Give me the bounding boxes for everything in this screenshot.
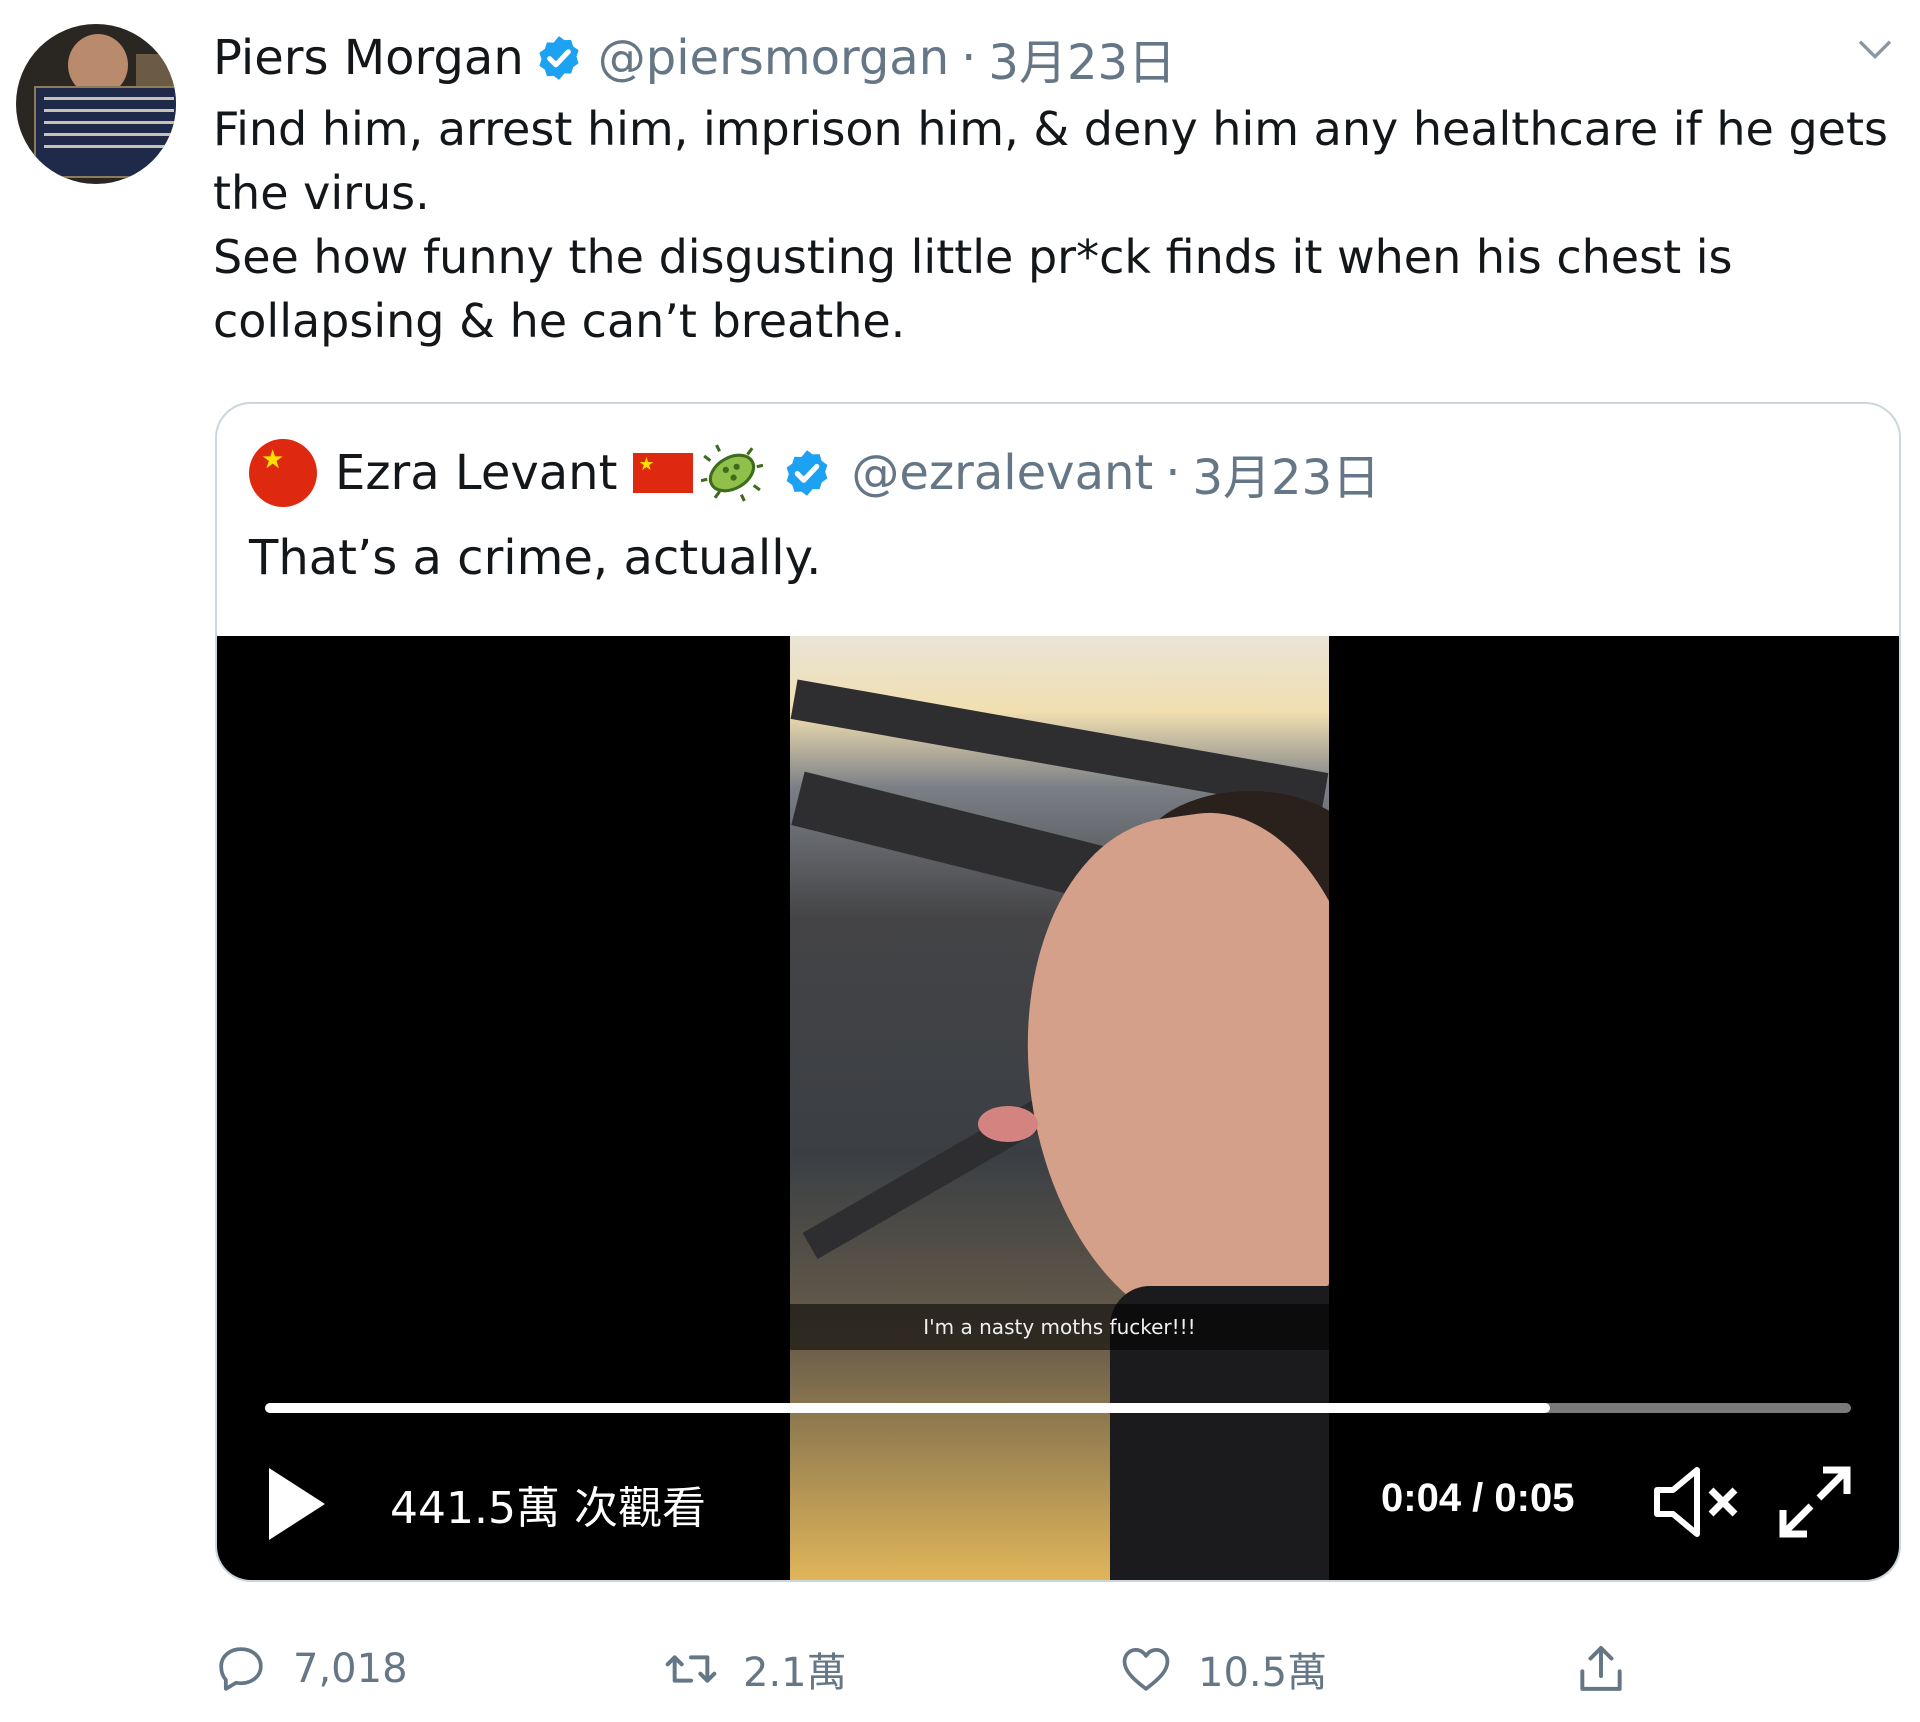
tweet-actions: 7,018 2.1萬 10.5萬 xyxy=(213,1634,1893,1704)
retweet-icon xyxy=(665,1655,717,1683)
share-button[interactable] xyxy=(1573,1634,1653,1704)
like-button[interactable]: 10.5萬 xyxy=(1118,1634,1327,1704)
quoted-header-separator: · xyxy=(1165,445,1181,501)
mute-icon[interactable] xyxy=(1649,1462,1739,1542)
tweet-text: Find him, arrest him, imprison him, & de… xyxy=(213,102,1888,348)
video-time: 0:04 / 0:05 xyxy=(1381,1476,1575,1520)
chevron-down-icon[interactable] xyxy=(1855,30,1895,70)
play-icon[interactable] xyxy=(265,1464,329,1544)
author-avatar[interactable] xyxy=(16,24,176,184)
tweet-header: Piers Morgan @piersmorgan · 3月23日 xyxy=(213,23,1176,93)
video-progress-bar[interactable] xyxy=(265,1403,1851,1413)
retweet-button[interactable]: 2.1萬 xyxy=(663,1634,847,1704)
header-separator: · xyxy=(961,30,977,86)
tweet-date[interactable]: 3月23日 xyxy=(988,23,1176,93)
share-icon xyxy=(1580,1646,1622,1691)
like-count: 10.5萬 xyxy=(1198,1650,1328,1696)
microbe-icon xyxy=(701,444,764,502)
video-caption: I'm a nasty moths fucker!!! xyxy=(790,1304,1329,1350)
heart-icon xyxy=(1122,1648,1170,1691)
video-view-count: 441.5萬 次觀看 xyxy=(390,1483,706,1534)
quoted-tweet-header: Ezra Levant @ezralevant · 3月23日 xyxy=(249,438,1380,508)
quoted-author-avatar[interactable] xyxy=(249,439,317,507)
reply-button[interactable]: 7,018 xyxy=(213,1634,408,1704)
verified-badge-icon xyxy=(539,36,579,80)
quoted-author-handle[interactable]: @ezralevant xyxy=(851,445,1153,501)
video-player[interactable]: I'm a nasty moths fucker!!! 441.5萬 次觀看 0… xyxy=(217,636,1899,1580)
fullscreen-icon[interactable] xyxy=(1775,1462,1855,1542)
flag-china-icon xyxy=(633,453,694,493)
reply-icon xyxy=(219,1647,263,1691)
quoted-tweet-text: That’s a crime, actually. xyxy=(249,530,822,586)
retweet-count: 2.1萬 xyxy=(743,1650,847,1696)
avatar-sign xyxy=(34,86,176,178)
quoted-tweet-date[interactable]: 3月23日 xyxy=(1193,438,1381,508)
tweet: Piers Morgan @piersmorgan · 3月23日 Find h… xyxy=(0,0,1920,1722)
author-handle[interactable]: @piersmorgan xyxy=(598,30,949,86)
video-frame xyxy=(790,636,1329,1580)
video-progress-fill xyxy=(265,1403,1550,1413)
quoted-author-name[interactable]: Ezra Levant xyxy=(335,445,617,501)
quoted-tweet[interactable]: Ezra Levant @ezralevant · 3月23日 That’s a… xyxy=(215,402,1901,1582)
reply-count: 7,018 xyxy=(293,1646,408,1692)
author-name[interactable]: Piers Morgan xyxy=(213,30,524,86)
verified-badge-icon xyxy=(787,450,828,496)
